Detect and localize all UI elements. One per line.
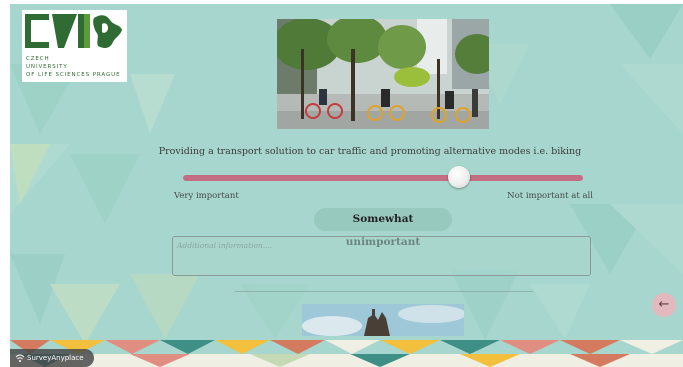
additional-info-field[interactable]: Additional information....	[172, 236, 591, 276]
branding-text: SurveyAnyplace	[27, 354, 84, 362]
logo-text-line-2: UNIVERSITY	[26, 64, 68, 70]
next-question-image	[302, 304, 464, 336]
logo-text-line-3: OF LIFE SCIENCES PRAGUE	[26, 72, 121, 78]
branding-badge[interactable]: SurveyAnyplace	[10, 349, 94, 367]
wifi-signal-icon	[15, 354, 25, 362]
slider-max-label: Not important at all	[507, 191, 593, 201]
statue-sky-photo	[302, 304, 464, 336]
back-arrow-button[interactable]: ←	[652, 293, 676, 317]
slider-track[interactable]	[183, 175, 583, 181]
additional-info-placeholder: Additional information....	[177, 241, 273, 250]
question-divider	[235, 291, 533, 292]
question-text: Providing a transport solution to car tr…	[158, 146, 582, 157]
survey-page: CZECH UNIVERSITY OF LIFE SCIENCES PRAGUE	[10, 4, 683, 367]
arrow-left-icon: ←	[658, 297, 670, 312]
czu-emblem-icon	[25, 14, 122, 48]
cyclists-street-photo	[277, 19, 489, 129]
university-logo: CZECH UNIVERSITY OF LIFE SCIENCES PRAGUE	[22, 10, 127, 82]
slider-value-badge: Somewhat unimportant	[314, 208, 452, 248]
slider-min-label: Very important	[174, 191, 239, 201]
question-image	[277, 19, 489, 129]
slider-handle[interactable]	[448, 166, 470, 188]
logo-text-line-1: CZECH	[26, 56, 50, 62]
